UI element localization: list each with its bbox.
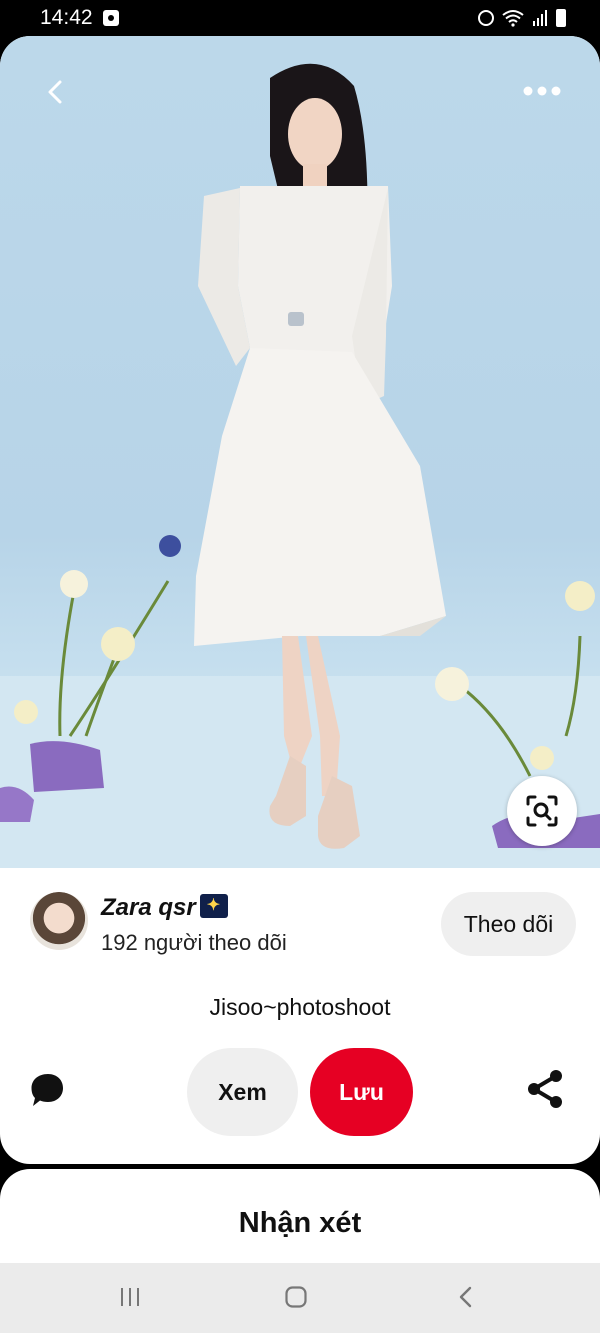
status-icons	[478, 9, 566, 27]
creator-name-text: Zara qsr	[101, 894, 196, 921]
comments-title: Nhận xét	[238, 1207, 362, 1239]
follower-count: 192 người theo dõi	[101, 930, 287, 955]
status-time: 14:42	[40, 6, 93, 29]
fireworks-icon	[199, 894, 228, 918]
save-button[interactable]: Lưu	[310, 1048, 413, 1136]
wifi-icon	[502, 10, 524, 27]
follow-button[interactable]: Theo dõi	[441, 892, 576, 956]
more-options-button[interactable]	[520, 76, 564, 106]
comments-sheet[interactable]: Nhận xét	[0, 1169, 600, 1269]
status-bar: 14:42	[0, 0, 600, 38]
share-button[interactable]	[524, 1068, 566, 1110]
nav-back-icon[interactable]	[454, 1285, 478, 1309]
pin-card: Zara qsr 192 người theo dõi Theo dõi Jis…	[0, 36, 600, 1164]
visual-search-button[interactable]	[507, 776, 577, 846]
action-bar: Xem Lưu	[0, 1046, 600, 1136]
comment-button[interactable]	[28, 1070, 68, 1110]
pin-image[interactable]	[0, 36, 600, 868]
notification-icon	[103, 10, 119, 26]
creator-name[interactable]: Zara qsr	[101, 894, 228, 922]
creator-row: Zara qsr 192 người theo dõi Theo dõi	[0, 888, 600, 968]
home-icon[interactable]	[284, 1285, 308, 1309]
back-button[interactable]	[36, 72, 76, 112]
recent-apps-icon[interactable]	[118, 1285, 142, 1309]
alarm-icon	[478, 10, 494, 26]
system-nav-bar	[0, 1263, 600, 1333]
view-button[interactable]: Xem	[187, 1048, 298, 1136]
pin-title: Jisoo~photoshoot	[209, 994, 391, 1020]
battery-icon	[556, 9, 566, 27]
pin-photo	[0, 63, 600, 868]
avatar[interactable]	[30, 892, 88, 950]
lens-icon	[526, 795, 558, 827]
signal-icon	[533, 10, 547, 26]
